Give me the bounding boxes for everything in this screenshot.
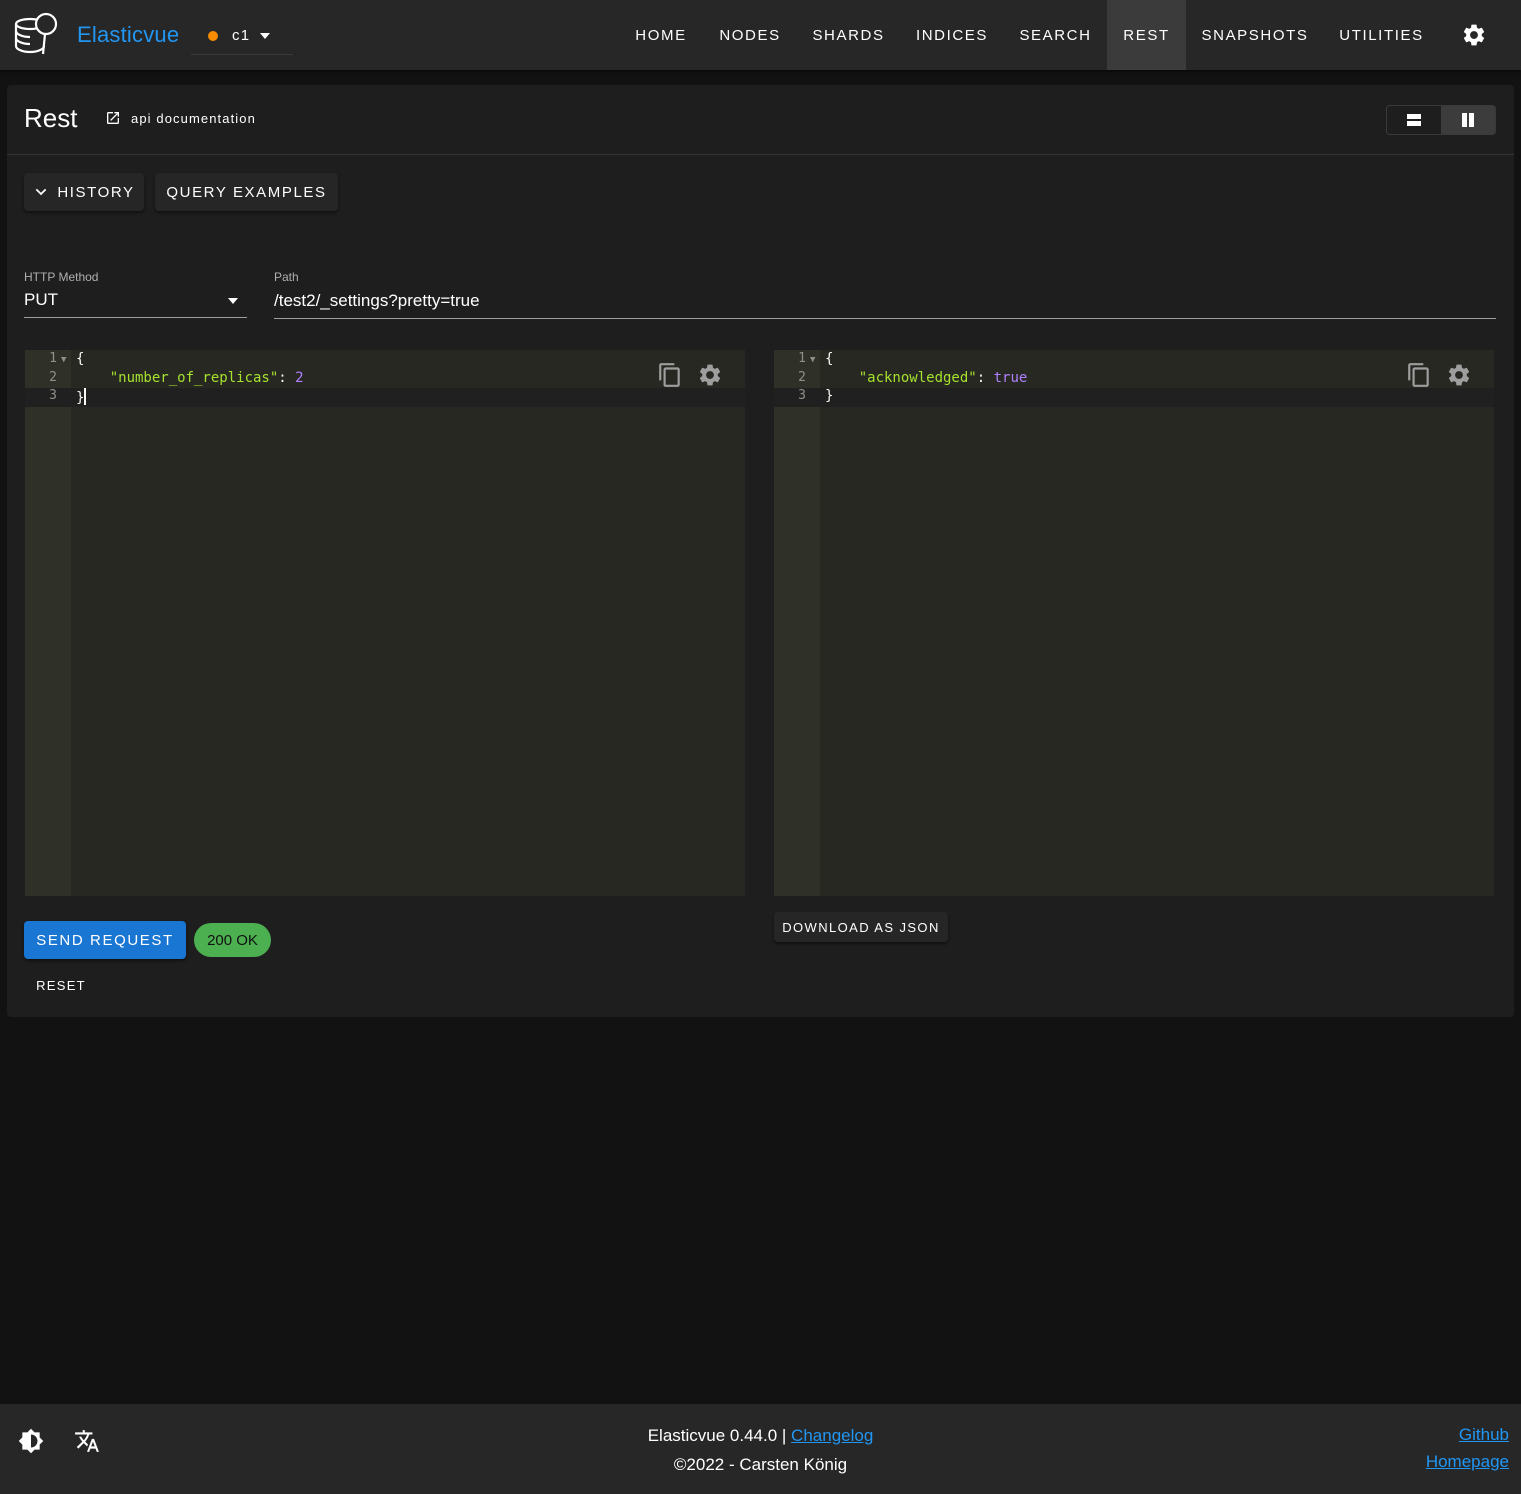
line-number: 2: [49, 370, 57, 385]
editor-gutter: [774, 350, 820, 896]
json-value: 2: [295, 370, 304, 386]
json-value: true: [993, 370, 1028, 386]
layout-vertical-button[interactable]: [1441, 106, 1495, 134]
split-horizontal-icon: [1407, 114, 1421, 126]
footer-version: Elasticvue 0.44.0 |: [647, 1426, 787, 1445]
editor-settings-gear-icon[interactable]: [1446, 362, 1472, 388]
cluster-status-dot: [208, 30, 218, 41]
nav-nodes[interactable]: NODES: [705, 0, 795, 70]
request-editor[interactable]: 1 ▼ 2 3 { "number_of_replicas": 2 }: [25, 350, 745, 896]
nav-search[interactable]: SEARCH: [1007, 0, 1104, 70]
nav-home[interactable]: HOME: [620, 0, 702, 70]
code-line: "number_of_replicas": 2: [109, 370, 304, 386]
line-number: 3: [49, 388, 57, 403]
nav-utilities[interactable]: UTILITIES: [1326, 0, 1437, 70]
layout-horizontal-button[interactable]: [1387, 106, 1441, 134]
copy-icon[interactable]: [1406, 362, 1432, 388]
rest-card: Rest api documentation HISTORY QUERY EXA…: [7, 85, 1514, 1017]
history-button[interactable]: HISTORY: [24, 173, 144, 211]
active-line-highlight: [25, 388, 745, 407]
code-line: {: [825, 351, 834, 367]
nav-snapshots[interactable]: SNAPSHOTS: [1189, 0, 1321, 70]
fold-toggle-icon[interactable]: ▼: [810, 355, 815, 365]
line-number: 1: [798, 351, 806, 366]
code-line: {: [76, 351, 85, 367]
active-line-highlight: [774, 388, 1494, 407]
line-number: 3: [798, 388, 806, 403]
path-input[interactable]: /test2/_settings?pretty=true: [274, 291, 480, 311]
download-json-button[interactable]: DOWNLOAD AS JSON: [774, 912, 948, 942]
settings-gear-icon[interactable]: [1461, 22, 1487, 48]
nav-indices[interactable]: INDICES: [904, 0, 1000, 70]
http-method-underline: [24, 317, 247, 318]
footer: Elasticvue 0.44.0 | Changelog ©2022 - Ca…: [0, 1404, 1521, 1494]
path-label: Path: [274, 270, 299, 284]
code-line: }: [76, 388, 87, 406]
homepage-link[interactable]: Homepage: [1426, 1452, 1509, 1472]
text-cursor: [84, 388, 87, 405]
code-line: "acknowledged": true: [858, 370, 1028, 386]
http-method-select[interactable]: PUT: [24, 290, 58, 310]
nav-rest[interactable]: REST: [1107, 0, 1186, 70]
top-app-bar: Elasticvue c1 HOME NODES SHARDS INDICES …: [0, 0, 1521, 70]
path-underline: [274, 318, 1496, 319]
code-line: }: [825, 388, 834, 404]
line-number: 1: [49, 351, 57, 366]
fold-toggle-icon[interactable]: ▼: [61, 355, 66, 365]
status-badge: 200 OK: [194, 923, 271, 957]
app-brand[interactable]: Elasticvue: [77, 22, 179, 48]
elasticvue-logo-icon[interactable]: [12, 10, 62, 60]
send-request-button[interactable]: SEND REQUEST: [24, 921, 186, 959]
github-link[interactable]: Github: [1459, 1425, 1509, 1445]
api-documentation-link[interactable]: api documentation: [105, 110, 256, 126]
json-key: "number_of_replicas": [109, 370, 279, 386]
cluster-name: c1: [232, 27, 251, 44]
json-key: "acknowledged": [858, 370, 977, 386]
nav-shards[interactable]: SHARDS: [800, 0, 897, 70]
footer-version-line: Elasticvue 0.44.0 | Changelog: [0, 1426, 1521, 1446]
editor-gutter: [25, 350, 71, 896]
card-header: Rest api documentation: [7, 85, 1514, 155]
history-label: HISTORY: [57, 183, 135, 201]
response-editor[interactable]: 1 ▼ 2 3 { "acknowledged": true }: [774, 350, 1494, 896]
line-number: 2: [798, 370, 806, 385]
query-examples-button[interactable]: QUERY EXAMPLES: [155, 173, 338, 211]
split-vertical-icon: [1462, 113, 1474, 127]
footer-copyright: ©2022 - Carsten König: [673, 1455, 848, 1474]
editor-settings-gear-icon[interactable]: [697, 362, 723, 388]
changelog-link[interactable]: Changelog: [791, 1426, 873, 1445]
open-in-new-icon: [107, 112, 119, 124]
reset-button[interactable]: RESET: [24, 969, 98, 1001]
page-title: Rest: [24, 103, 78, 133]
layout-toggle: [1386, 105, 1496, 135]
chevron-down-icon[interactable]: [228, 298, 238, 304]
api-documentation-label: api documentation: [131, 110, 256, 126]
http-method-label: HTTP Method: [24, 270, 99, 284]
chevron-down-icon: [260, 32, 271, 39]
cluster-selector[interactable]: c1: [191, 17, 293, 55]
copy-icon[interactable]: [657, 362, 683, 388]
chevron-down-icon: [36, 188, 47, 196]
